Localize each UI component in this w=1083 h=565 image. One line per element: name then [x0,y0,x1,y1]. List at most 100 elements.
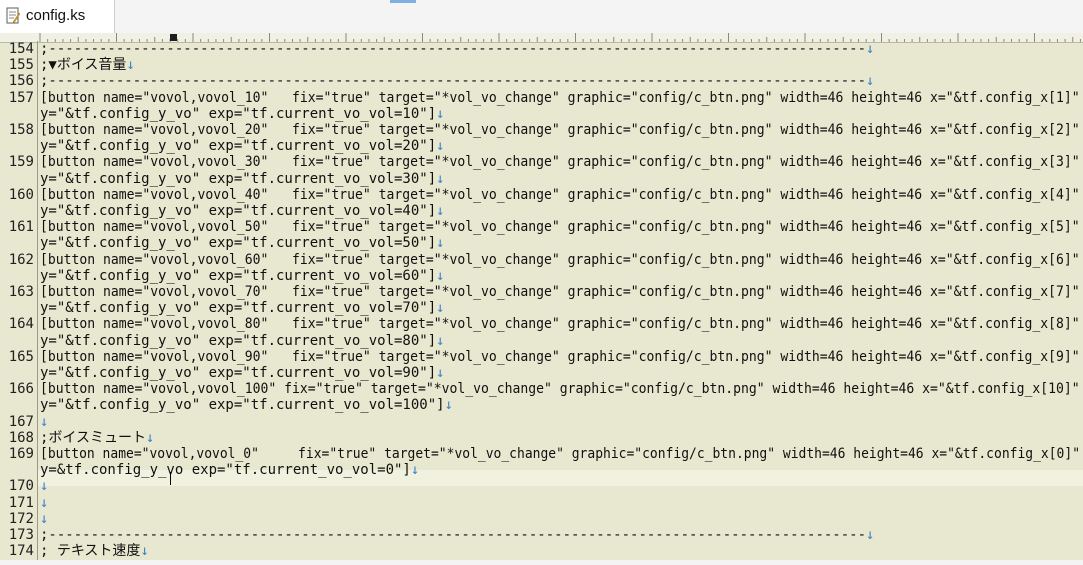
editor-line[interactable]: 171 ↓ [0,495,1083,511]
editor-line[interactable]: y="&tf.config_y_vo" exp="tf.current_vo_v… [0,138,1083,154]
line-break-mark: ↓ [866,41,875,57]
editor-line[interactable]: y="&tf.config_y_vo" exp="tf.current_vo_v… [0,333,1083,349]
line-text-content: [button name="vovol,vovol_40" fix="true"… [40,186,1080,203]
line-text: ;▼ボイス音量↓ [40,57,135,73]
line-text: [button name="vovol,vovol_10" fix="true"… [40,90,1080,106]
editor-line[interactable]: y="&tf.config_y_vo" exp="tf.current_vo_v… [0,268,1083,284]
line-number: 154 [8,41,34,57]
line-text: ;ボイスミュート↓ [40,430,154,446]
line-number: 159 [8,154,34,171]
line-number: 164 [8,316,34,333]
line-number: 158 [8,122,34,138]
line-break-mark: ↓ [436,332,445,349]
line-text-content: y="&tf.config_y_vo" exp="tf.current_vo_v… [40,105,437,122]
line-number: 172 [8,510,34,527]
line-text-content: ;---------------------------------------… [40,73,867,90]
line-text: [button name="vovol,vovol_100" fix="true… [40,381,1080,397]
editor-line[interactable]: 156 ;------------------------------------… [0,73,1083,89]
line-text-content: [button name="vovol,vovol_50" fix="true"… [40,219,1080,236]
line-text-content: [button name="vovol,vovol_10" fix="true"… [40,89,1080,106]
line-break-mark: ↓ [40,510,49,527]
text-editor[interactable]: 154 ;------------------------------------… [0,41,1083,561]
line-text-content: y="&tf.config_y_vo" exp="tf.current_vo_v… [40,300,437,317]
editor-line[interactable]: y="&tf.config_y_vo" exp="tf.current_vo_v… [0,203,1083,219]
line-text: ↓ [40,495,48,511]
line-number: 171 [8,494,34,511]
line-text-content: y="&tf.config_y_vo" exp="tf.current_vo_v… [40,397,445,414]
editor-line[interactable]: y="&tf.config_y_vo" exp="tf.current_vo_v… [0,106,1083,122]
line-break-mark: ↓ [146,429,155,446]
line-text: y="&tf.config_y_vo" exp="tf.current_vo_v… [40,300,445,316]
line-text-content: y="&tf.config_y_vo" exp="tf.current_vo_v… [40,138,437,155]
line-text: ;---------------------------------------… [40,41,874,57]
line-text: y="&tf.config_y_vo" exp="tf.current_vo_v… [40,365,445,381]
editor-line[interactable]: 173 ;------------------------------------… [0,527,1083,543]
line-text-content: [button name="vovol,vovol_70" fix="true"… [40,284,1080,300]
editor-line[interactable]: 165 [button name="vovol,vovol_90" fix="tr… [0,349,1083,365]
editor-line[interactable]: 158 [button name="vovol,vovol_20" fix="tr… [0,122,1083,138]
tab-title: config.ks [26,7,86,24]
line-text-content: y="&tf.config_y_vo" exp="tf.current_vo_v… [40,365,437,381]
line-text-content: [button name="vovol,vovol_60" fix="true"… [40,251,1080,268]
editor-line[interactable]: 160 [button name="vovol,vovol_40" fix="tr… [0,187,1083,203]
line-break-mark: ↓ [866,73,875,90]
line-break-mark: ↓ [410,462,420,479]
editor-line[interactable]: y=&tf.config_y_vo exp="tf.current_vo_vol… [0,462,1083,478]
line-text: [button name="vovol,vovol_60" fix="true"… [40,252,1080,268]
editor-line[interactable]: 157 [button name="vovol,vovol_10" fix="tr… [0,90,1083,106]
line-number: 170 [8,478,34,495]
line-break-mark: ↓ [40,413,49,430]
line-text-content: [button name="vovol,vovol_90" fix="true"… [40,348,1080,365]
line-break-mark: ↓ [436,235,445,252]
line-text: ↓ [40,478,48,494]
line-text: y="&tf.config_y_vo" exp="tf.current_vo_v… [40,171,445,187]
line-number: 162 [8,251,34,268]
editor-line[interactable]: 174 ; テキスト速度↓ [0,543,1083,559]
editor-line[interactable]: 166 [button name="vovol,vovol_100" fix="t… [0,381,1083,397]
line-text: y="&tf.config_y_vo" exp="tf.current_vo_v… [40,333,445,349]
line-text: [button name="vovol,vovol_50" fix="true"… [40,219,1080,235]
editor-line[interactable]: y="&tf.config_y_vo" exp="tf.current_vo_v… [0,235,1083,251]
line-text: y="&tf.config_y_vo" exp="tf.current_vo_v… [40,138,445,154]
editor-line[interactable]: 161 [button name="vovol,vovol_50" fix="tr… [0,219,1083,235]
line-text: y="&tf.config_y_vo" exp="tf.current_vo_v… [40,235,445,251]
editor-line[interactable]: 154 ;------------------------------------… [0,41,1083,57]
editor-line[interactable]: 167 ↓ [0,414,1083,430]
editor-line[interactable]: 155 ;▼ボイス音量↓ [0,57,1083,73]
line-break-mark: ↓ [444,397,454,414]
line-text: ; テキスト速度↓ [40,543,149,559]
line-break-mark: ↓ [436,267,445,284]
line-text-content: [button name="vovol,vovol_30" fix="true"… [40,154,1080,171]
horizontal-scrollbar[interactable] [0,560,1083,565]
line-break-mark: ↓ [436,203,445,219]
line-text-content: ; テキスト速度 [40,543,141,560]
line-text-content: [button name="vovol,vovol_100" fix="true… [40,381,1080,398]
editor-line[interactable]: 169 [button name="vovol,vovol_0" fix="tru… [0,446,1083,462]
editor-line[interactable]: y="&tf.config_y_vo" exp="tf.current_vo_v… [0,171,1083,187]
editor-line[interactable]: 170 ↓ [0,478,1083,494]
editor-line[interactable]: 172 ↓ [0,511,1083,527]
line-text: [button name="vovol,vovol_40" fix="true"… [40,187,1080,203]
line-text-content: y="&tf.config_y_vo" exp="tf.current_vo_v… [40,267,437,284]
editor-line[interactable]: 159 [button name="vovol,vovol_30" fix="tr… [0,154,1083,170]
editor-line[interactable]: y="&tf.config_y_vo" exp="tf.current_vo_v… [0,300,1083,316]
line-text: [button name="vovol,vovol_70" fix="true"… [40,284,1080,300]
line-break-mark: ↓ [436,138,445,155]
line-text-content: ;▼ボイス音量 [40,57,127,74]
ruler-cursor-marker [170,34,177,41]
editor-line[interactable]: y="&tf.config_y_vo" exp="tf.current_vo_v… [0,397,1083,413]
editor-line[interactable]: y="&tf.config_y_vo" exp="tf.current_vo_v… [0,365,1083,381]
line-number: 173 [8,527,34,543]
editor-line[interactable]: 168 ;ボイスミュート↓ [0,430,1083,446]
editor-line[interactable]: 163 [button name="vovol,vovol_70" fix="tr… [0,284,1083,300]
editor-line[interactable]: 162 [button name="vovol,vovol_60" fix="tr… [0,252,1083,268]
line-text-content: [button name="vovol,vovol_0" fix="true" … [40,446,1081,462]
line-number: 157 [8,89,34,106]
line-text: ;---------------------------------------… [40,73,874,89]
line-number: 160 [8,186,34,203]
editor-line[interactable]: 164 [button name="vovol,vovol_80" fix="tr… [0,316,1083,332]
tab-config-ks[interactable]: config.ks [0,0,115,33]
line-number: 174 [8,543,34,560]
line-number: 156 [8,73,34,90]
line-text-content: [button name="vovol,vovol_20" fix="true"… [40,122,1080,138]
